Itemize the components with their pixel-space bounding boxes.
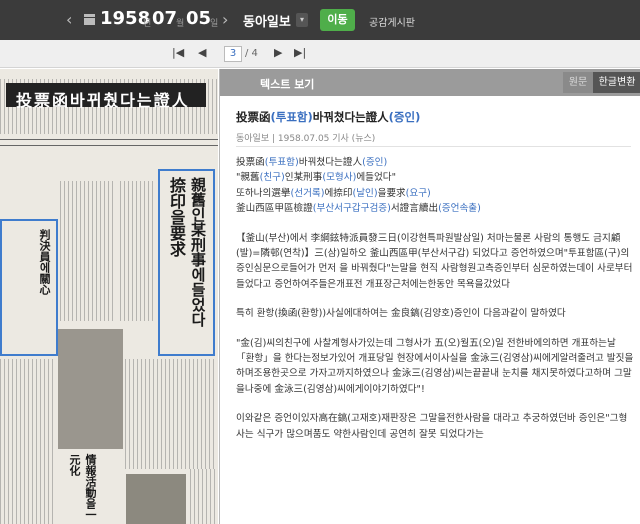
article-meta: 동아일보 | 1958.07.05 기사 (뉴스) bbox=[236, 134, 376, 144]
tab-original[interactable]: 원문 bbox=[563, 72, 593, 93]
newspaper-photo bbox=[58, 329, 123, 449]
text-column-block bbox=[120, 181, 156, 321]
column-rule bbox=[0, 139, 218, 140]
article-body: 投票函(투표함)바꿔쳤다는證人(증인) "親舊(친구)인某刑事(모형사)에들었다… bbox=[236, 155, 634, 456]
go-button[interactable]: 이동 bbox=[320, 9, 355, 31]
newspaper-scan-image[interactable]: 親舊인某刑事에들었다 捺印을要求 判決員에關心 情報活動을一元化 bbox=[0, 69, 218, 524]
divider bbox=[236, 146, 631, 147]
text-column-block bbox=[60, 181, 115, 321]
next-date-icon[interactable]: › bbox=[222, 10, 228, 29]
article-paragraph: 이와같은 증언이있자高在鎬(고재호)재판장은 그말을전한사람을 대라고 추궁하였… bbox=[236, 413, 628, 440]
article-title: 投票函(투표함)바꿔쳤다는證人(증인) bbox=[236, 110, 421, 124]
day-field[interactable]: 05 bbox=[186, 8, 211, 32]
vertical-headline: 判決員에關心 bbox=[38, 229, 51, 295]
page-number-input[interactable]: 3 bbox=[224, 46, 242, 62]
article-paragraph: 【釜山(부산)에서 李綱鉉特派員發三日(이강현특파원발삼일) 처마는물론 사람의… bbox=[236, 232, 633, 290]
page-navigation-bar: |◀ ◀ ▶ ▶| bbox=[0, 40, 640, 68]
panel-header: 텍스트 보기 원문 한글변환 bbox=[220, 69, 640, 96]
year-suffix: 년 bbox=[143, 19, 152, 29]
page-total: / 4 bbox=[245, 48, 258, 59]
calendar-icon[interactable] bbox=[84, 14, 95, 25]
prev-date-icon[interactable]: ‹ bbox=[66, 10, 72, 29]
text-column-block bbox=[190, 469, 218, 524]
month-suffix: 월 bbox=[176, 19, 185, 29]
text-column-block bbox=[125, 359, 215, 469]
next-page-icon[interactable]: ▶ bbox=[274, 46, 282, 59]
article-headlines: 投票函(투표함)바꿔쳤다는證人(증인) "親舊(친구)인某刑事(모형사)에들었다… bbox=[236, 157, 481, 215]
prev-page-icon[interactable]: ◀ bbox=[198, 46, 206, 59]
day-suffix: 일 bbox=[210, 19, 219, 29]
newspaper-select[interactable]: 동아일보 bbox=[243, 11, 291, 30]
vertical-headline: 親舊인某刑事에들었다 bbox=[189, 177, 207, 327]
text-view-panel: 텍스트 보기 원문 한글변환 投票函(투표함)바꿔쳤다는證人(증인) 동아일보 … bbox=[219, 69, 640, 524]
chevron-down-icon[interactable]: ▾ bbox=[296, 13, 308, 27]
panel-title: 텍스트 보기 bbox=[260, 78, 315, 91]
newspaper-headline: 投票函바뀌췄다는證人 bbox=[16, 91, 190, 110]
text-column-block bbox=[0, 359, 55, 524]
top-navigation-bar: ‹ 1958 년 07 월 05 일 › 동아일보 ▾ 이동 공감게시판 bbox=[0, 0, 640, 40]
vertical-headline: 捺印을要求 bbox=[167, 177, 186, 257]
newspaper-headline-bar: 投票函바뀌췄다는證人 bbox=[6, 83, 206, 110]
tab-hangul-convert[interactable]: 한글변환 bbox=[593, 72, 640, 93]
vertical-headline: 情報活動을一元化 bbox=[68, 454, 97, 520]
newspaper-photo bbox=[126, 474, 186, 524]
last-page-icon[interactable]: ▶| bbox=[294, 46, 306, 59]
board-link[interactable]: 공감게시판 bbox=[369, 14, 415, 29]
column-rule bbox=[0, 145, 218, 146]
first-page-icon[interactable]: |◀ bbox=[172, 46, 184, 59]
article-paragraph: 특히 환항(換函(환항))사실에대하여는 金良鎬(김양호)증인이 다음과같이 말… bbox=[236, 308, 566, 320]
month-field[interactable]: 07 bbox=[152, 8, 177, 32]
article-paragraph: "金(김)씨의친구에 사찰계형사가있는데 그형사가 五(오)월五(오)일 전한바… bbox=[236, 337, 634, 395]
